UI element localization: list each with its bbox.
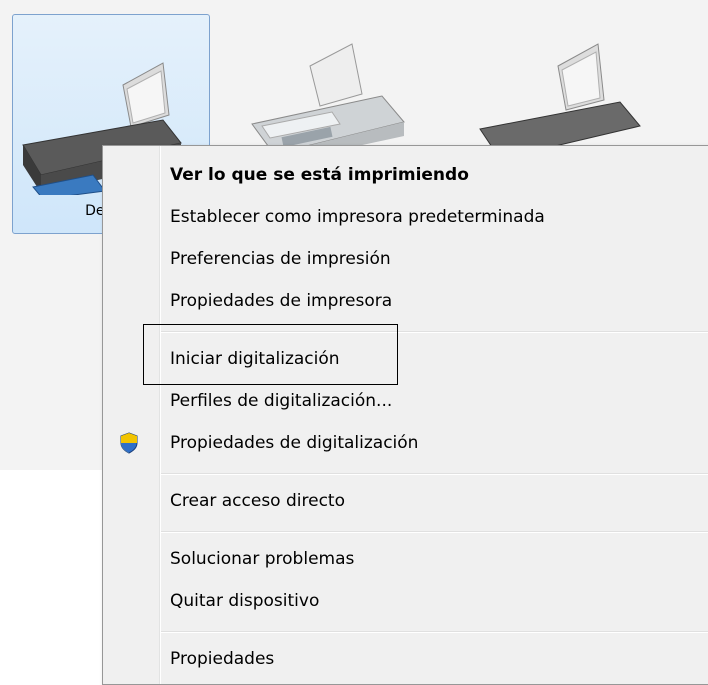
menu-item-solucionar-problemas[interactable]: Solucionar problemas — [103, 538, 708, 580]
menu-item-quitar-dispositivo[interactable]: Quitar dispositivo — [103, 580, 708, 622]
menu-item-propiedades-digitalizacion[interactable]: Propiedades de digitalización — [103, 422, 708, 464]
menu-item-propiedades[interactable]: Propiedades — [103, 638, 708, 680]
fax-icon — [251, 43, 405, 164]
menu-item-label: Solucionar problemas — [170, 549, 355, 569]
menu-item-ver-impresion[interactable]: Ver lo que se está imprimiendo — [103, 154, 708, 196]
menu-item-label: Propiedades — [170, 649, 275, 669]
menu-item-propiedades-impresora[interactable]: Propiedades de impresora — [103, 280, 708, 322]
annotation-highlight-box — [143, 324, 398, 385]
menu-item-perfiles-digitalizacion[interactable]: Perfiles de digitalización... — [103, 380, 708, 422]
printer-icon — [479, 43, 641, 160]
context-menu: Ver lo que se está imprimiendo Establece… — [102, 145, 708, 685]
menu-item-label: Preferencias de impresión — [170, 249, 391, 269]
menu-item-label: Propiedades de digitalización — [170, 433, 419, 453]
menu-separator — [161, 531, 708, 533]
menu-item-crear-acceso-directo[interactable]: Crear acceso directo — [103, 480, 708, 522]
menu-item-label: Perfiles de digitalización... — [170, 391, 393, 411]
menu-item-label: Establecer como impresora predeterminada — [170, 207, 545, 227]
menu-item-label: Crear acceso directo — [170, 491, 345, 511]
menu-separator — [161, 473, 708, 475]
menu-separator — [161, 631, 708, 633]
menu-item-preferencias-impresion[interactable]: Preferencias de impresión — [103, 238, 708, 280]
uac-shield-icon — [120, 432, 138, 454]
menu-item-label: Quitar dispositivo — [170, 591, 320, 611]
menu-item-label: Ver lo que se está imprimiendo — [170, 165, 469, 185]
menu-item-establecer-predeterminada[interactable]: Establecer como impresora predeterminada — [103, 196, 708, 238]
menu-item-label: Propiedades de impresora — [170, 291, 393, 311]
